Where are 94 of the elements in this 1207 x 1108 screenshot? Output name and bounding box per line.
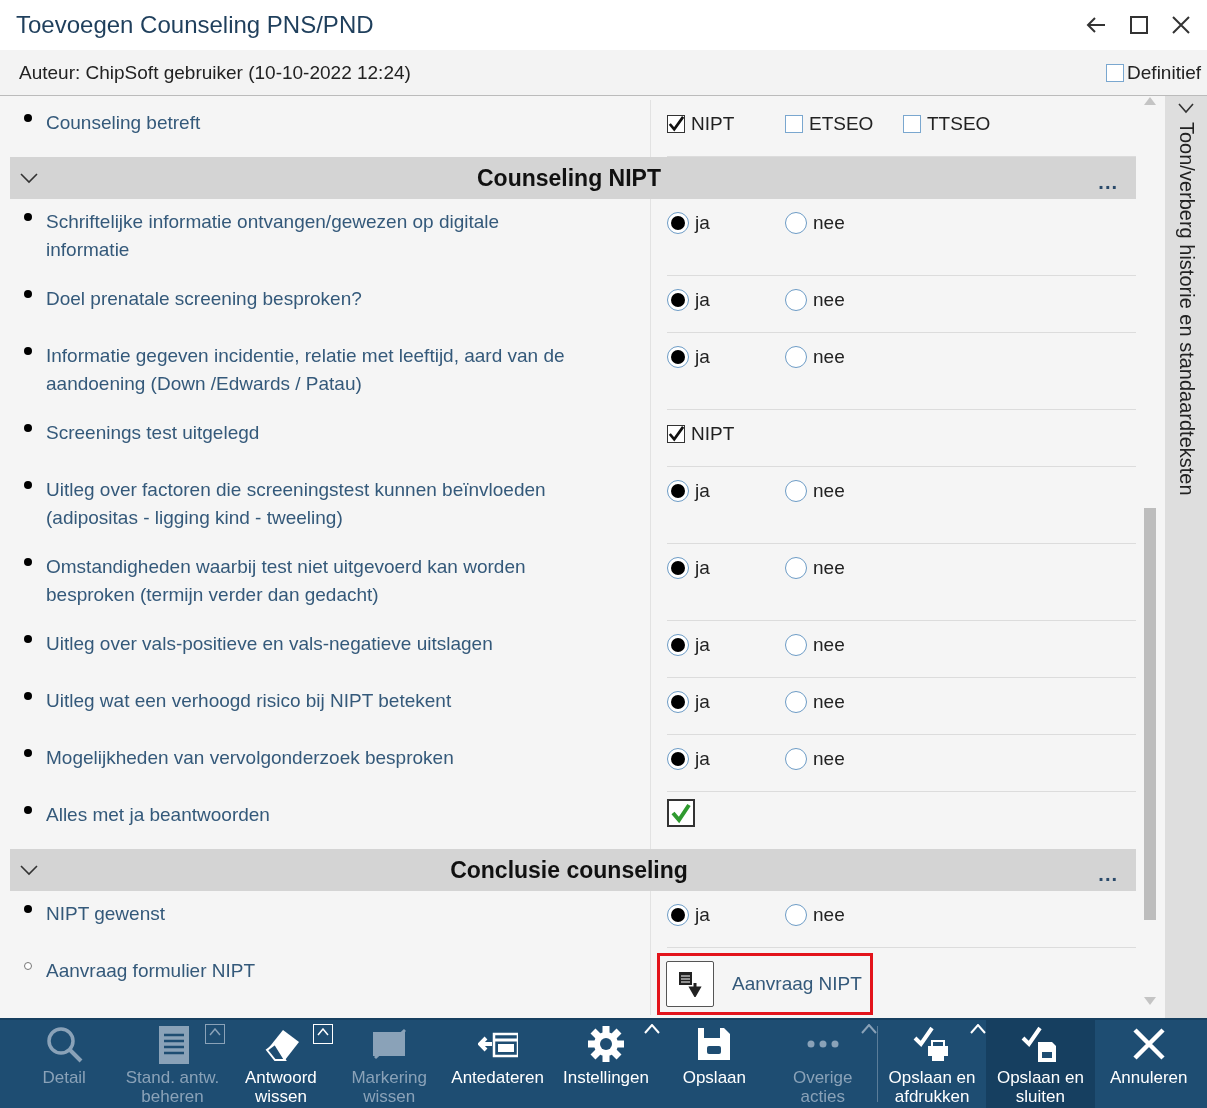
question-label: Aanvraag formulier NIPT [46, 959, 256, 983]
radio-button[interactable] [667, 557, 689, 579]
radio-label: ja [695, 557, 710, 579]
radio-label: nee [813, 691, 845, 713]
question-label: NIPT gewenst [46, 902, 165, 926]
radio-button[interactable] [785, 346, 807, 368]
window-title: Toevoegen Counseling PNS/PND [16, 11, 375, 39]
toolbar-button[interactable]: Instellingen [551, 1020, 661, 1108]
panel-toggle[interactable] [1178, 102, 1194, 114]
checkbox[interactable] [785, 115, 803, 133]
question-label: Uitleg wat een verhoogd risico bij NIPT betekent [46, 689, 452, 713]
radio-button[interactable] [785, 691, 807, 713]
question-label: Screenings test uitgelegd [46, 421, 260, 445]
checkbox-label: TTSEO [927, 113, 991, 135]
checkbox[interactable] [1106, 63, 1125, 82]
radio-label: ja [695, 480, 710, 502]
caret-up-icon [860, 1024, 877, 1034]
author-text: Auteur: ChipSoft gebruiker (10-10-2022 12:24) [19, 61, 412, 84]
question-label: Schriftelijke informatie ontvangen/gewezen op digitale informatie [46, 210, 501, 262]
radio-button[interactable] [667, 691, 689, 713]
radio-label: ja [695, 346, 710, 368]
radio-label: ja [695, 289, 710, 311]
radio-label: nee [813, 212, 845, 234]
caret-up-icon [644, 1024, 661, 1034]
toolbar-button[interactable]: Antedateren [443, 1020, 552, 1108]
radio-label: nee [813, 904, 845, 926]
maximize-icon [1129, 15, 1149, 35]
caret-up-icon [208, 1028, 221, 1036]
question-label: Informatie gegeven incidentie, relatie met leeftijd, aard van de aandoening (Down /Edwards / Patau) [46, 344, 566, 396]
toolbar-button[interactable]: Opslaan [660, 1020, 769, 1108]
radio-label: nee [813, 346, 845, 368]
checkbox[interactable] [667, 799, 695, 827]
radio-button[interactable] [667, 748, 689, 770]
caret-up-icon [317, 1028, 330, 1036]
radio-label: nee [813, 480, 845, 502]
radio-button[interactable] [785, 904, 807, 926]
question-label: Omstandigheden waarbij test niet uitgevoerd kan worden besproken (termijn verder dan gedacht) [46, 555, 527, 607]
radio-label: nee [813, 557, 845, 579]
checkbox[interactable] [667, 425, 685, 443]
radio-button[interactable] [785, 634, 807, 656]
checkbox-label: Definitief [1127, 61, 1201, 84]
radio-button[interactable] [785, 748, 807, 770]
maximize-button[interactable] [1127, 13, 1151, 37]
radio-button[interactable] [667, 346, 689, 368]
radio-button[interactable] [785, 480, 807, 502]
chevron-down-icon [20, 864, 38, 876]
toolbar-button[interactable]: Opslaan en afdrukken [877, 1020, 987, 1108]
toolbar-button[interactable]: Opslaan en sluiten [986, 1020, 1095, 1108]
section-title: Counseling NIPT [477, 164, 661, 192]
form-download-button[interactable] [666, 961, 714, 1007]
radio-button[interactable] [785, 557, 807, 579]
checkbox-label: ETSEO [809, 113, 874, 135]
section-title: Conclusie counseling [450, 856, 688, 884]
scrollbar-thumb[interactable] [1144, 508, 1156, 920]
toolbar-button[interactable]: Annuleren [1094, 1020, 1203, 1108]
toolbar-button[interactable]: Antwoord wissen [226, 1020, 336, 1108]
magnifier-icon [44, 1024, 85, 1064]
radio-label: ja [695, 634, 710, 656]
checkbox[interactable] [903, 115, 921, 133]
question-label: Counseling betreft [46, 111, 201, 135]
chevron-down-icon [20, 172, 38, 184]
radio-label: nee [813, 748, 845, 770]
checkbox[interactable] [667, 115, 685, 133]
question-label: Uitleg over factoren die screeningstest kunnen beïnvloeden (adipositas - ligging kind - tweeling) [46, 478, 547, 530]
collapse-toggle[interactable] [20, 864, 38, 876]
radio-label: ja [695, 904, 710, 926]
checkbox-label: NIPT [691, 423, 735, 445]
panel-label[interactable]: Toon/verberg historie en standaardteksten [1174, 122, 1198, 496]
document-arrow-icon [678, 971, 702, 997]
radio-label: nee [813, 289, 845, 311]
radio-button[interactable] [785, 289, 807, 311]
question-label: Alles met ja beantwoorden [46, 803, 270, 827]
close-icon [1171, 15, 1191, 35]
caret-up-icon [970, 1024, 987, 1034]
radio-button[interactable] [667, 634, 689, 656]
radio-button[interactable] [667, 480, 689, 502]
collapse-toggle[interactable] [20, 172, 38, 184]
radio-button[interactable] [667, 904, 689, 926]
radio-label: nee [813, 634, 845, 656]
radio-button[interactable] [785, 212, 807, 234]
radio-label: ja [695, 748, 710, 770]
chevron-down-icon [1178, 102, 1194, 114]
radio-button[interactable] [667, 289, 689, 311]
question-label: Mogelijkheden van vervolgonderzoek besproken [46, 746, 454, 770]
request-link[interactable]: Aanvraag NIPT [732, 973, 862, 995]
more-options-button[interactable]: ... [1098, 862, 1118, 886]
radio-label: ja [695, 212, 710, 234]
question-label: Doel prenatale screening besproken? [46, 287, 362, 311]
radio-label: ja [695, 691, 710, 713]
gear-icon [585, 1024, 626, 1064]
more-options-button[interactable]: ... [1098, 170, 1118, 194]
radio-button[interactable] [667, 212, 689, 234]
checkbox-label: NIPT [691, 113, 735, 135]
question-label: Uitleg over vals-positieve en vals-negatieve uitslagen [46, 632, 493, 656]
